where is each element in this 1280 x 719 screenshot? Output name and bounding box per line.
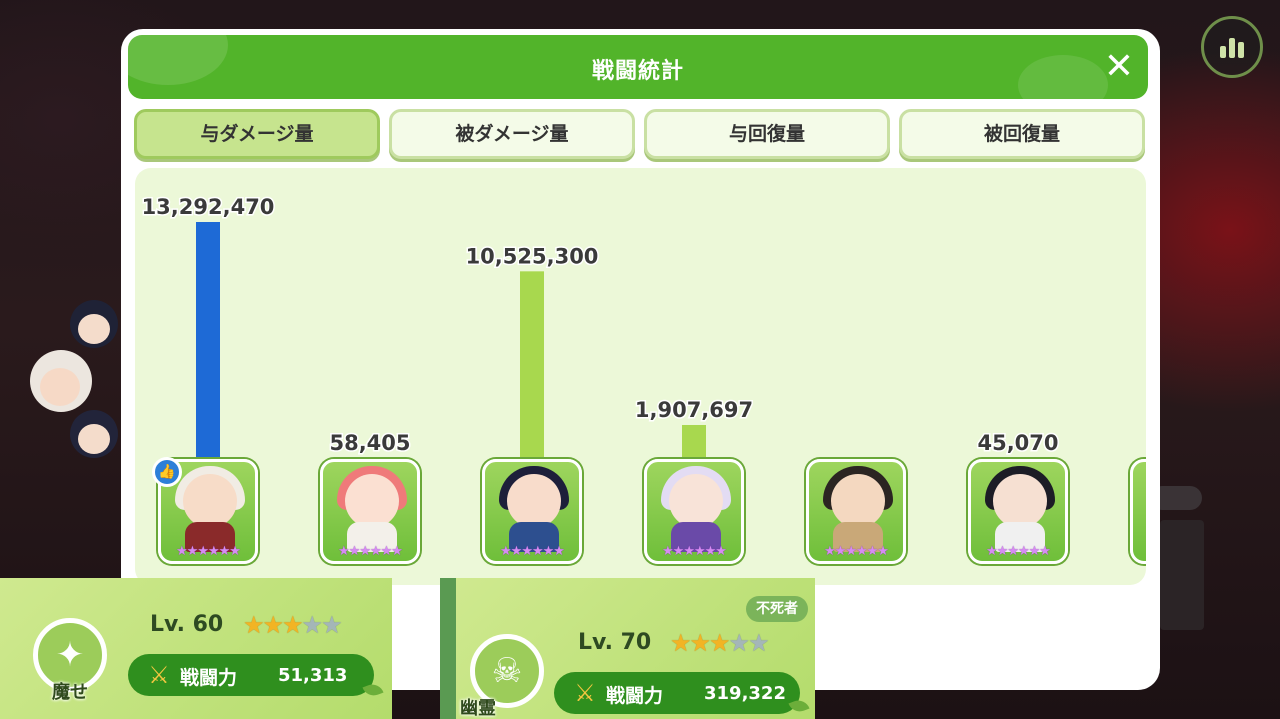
damage-value-label: 13,292,470 — [142, 195, 275, 219]
background-characters — [10, 300, 120, 480]
combat-power-value: 51,313 — [278, 665, 348, 686]
tab-damage-taken[interactable]: 被ダメージ量 — [389, 109, 635, 159]
class-label: 幽霊 — [460, 698, 496, 719]
crossed-swords-icon: ⚔ — [148, 661, 170, 689]
hero-stars: ★★★★★★ — [500, 544, 565, 559]
hero-stars: ★★★★★★ — [176, 544, 241, 559]
hero-face — [993, 474, 1047, 528]
hero-portrait[interactable]: ★★★★★★ — [968, 459, 1068, 564]
race-tag: 不死者 — [746, 596, 808, 622]
hero-portrait-partial[interactable] — [1130, 459, 1146, 564]
tab-healing-dealt[interactable]: 与回復量 — [644, 109, 890, 159]
damage-bar — [520, 271, 544, 459]
combat-power-pill: ⚔ 戦闘力 51,313 — [128, 654, 374, 696]
hero-stars: ★★★★★★ — [824, 544, 889, 559]
hero-level: Lv. 60 — [150, 612, 224, 637]
class-label: 魔せ — [52, 682, 88, 703]
combat-power-value: 319,322 — [704, 683, 786, 704]
tab-healing-received[interactable]: 被回復量 — [899, 109, 1145, 159]
bar-chart-icon — [1220, 46, 1226, 58]
damage-bar — [196, 222, 220, 459]
hero-portrait[interactable]: ★★★★★★ — [320, 459, 420, 564]
hero-stars: ★★★★★★ — [338, 544, 403, 559]
dialog-header: 戦闘統計 ✕ — [128, 35, 1148, 99]
tab-damage-dealt[interactable]: 与ダメージ量 — [134, 109, 380, 159]
hero-star-rating: ★★★★★ — [670, 629, 770, 657]
hero-level: Lv. 70 — [578, 630, 652, 655]
hero-portrait[interactable]: ★★★★★★ — [482, 459, 582, 564]
damage-value-label: 58,405 — [329, 431, 410, 455]
hero-face — [669, 474, 723, 528]
hero-face — [831, 474, 885, 528]
close-icon[interactable]: ✕ — [1101, 49, 1137, 87]
combat-power-pill: ⚔ 戦闘力 319,322 — [554, 672, 800, 714]
stats-button[interactable] — [1201, 16, 1263, 78]
hero-star-rating: ★★★★★ — [243, 611, 343, 639]
hero-portrait[interactable]: ★★★★★★ — [644, 459, 744, 564]
damage-value-label: 45,070 — [977, 431, 1058, 455]
dialog-title: 戦闘統計 — [591, 59, 684, 84]
damage-value-label: 1,907,697 — [635, 398, 753, 422]
damage-value-label: 10,525,300 — [466, 244, 599, 268]
crossed-swords-icon: ⚔ — [574, 679, 596, 707]
hero-face — [507, 474, 561, 528]
hero-portrait[interactable]: ★★★★★★ — [806, 459, 906, 564]
hero-info-card-left: ✦ 魔せ Lv. 60 ★★★★★ ⚔ 戦闘力 51,313 — [0, 578, 392, 719]
hero-face — [183, 474, 237, 528]
thumbs-up-icon: 👍 — [152, 457, 182, 487]
combat-power-label: 戦闘力 — [180, 667, 238, 689]
hero-info-card-right: 不死者 ☠ 幽霊 Lv. 70 ★★★★★ ⚔ 戦闘力 319,322 — [440, 578, 815, 719]
combat-power-label: 戦闘力 — [606, 685, 664, 707]
background-panel — [1160, 520, 1204, 630]
hero-face — [345, 474, 399, 528]
hero-stars: ★★★★★★ — [986, 544, 1051, 559]
hero-stars: ★★★★★★ — [662, 544, 727, 559]
damage-chart-panel: 13,292,470 58,405 10,525,300 1,907,697 45,07… — [135, 168, 1146, 585]
damage-bar — [682, 424, 706, 459]
